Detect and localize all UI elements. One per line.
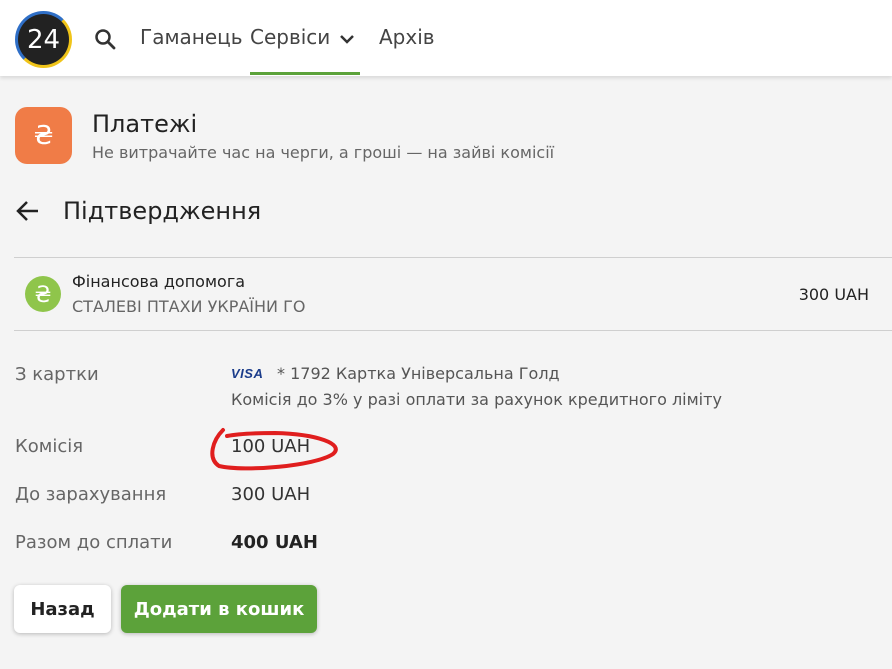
nav-item-services[interactable]: Сервіси [250,25,360,76]
back-button[interactable]: Назад [14,585,111,633]
page-title: Підтвердження [63,197,262,225]
card-commission-note: Комісія до 3% у разі оплати за рахунок к… [231,390,722,409]
nav-item-wallet[interactable]: Гаманець [140,25,243,49]
recipient-organization: СТАЛЕВІ ПТАХИ УКРАЇНИ ГО [72,297,306,316]
recipient-name: Фінансова допомога [72,272,246,291]
chevron-down-icon [338,29,356,53]
divider [14,330,892,331]
recipient-icon: ₴ [25,276,61,312]
recipient-amount: 300 UAH [798,285,869,304]
total-label: Разом до сплати [15,532,173,553]
search-icon[interactable] [92,26,118,52]
service-title: Платежі [92,110,198,138]
commission-value: 100 UAH [231,436,311,457]
divider [14,257,892,258]
hryvnia-symbol: ₴ [34,283,51,308]
commission-label: Комісія [15,436,84,457]
payments-icon: ₴ [15,107,72,164]
nav-item-archive[interactable]: Архів [379,25,435,49]
active-tab-indicator [250,72,360,75]
top-navigation: 24 Гаманець Сервіси Архів [0,0,892,76]
privat24-logo[interactable]: 24 [15,11,72,68]
back-arrow-icon[interactable] [14,197,42,225]
add-to-cart-button[interactable]: Додати в кошик [121,585,317,633]
from-card-label: З картки [15,364,99,385]
service-subtitle: Не витрачайте час на черги, а гроші — на… [92,143,555,162]
credited-value: 300 UAH [231,484,311,505]
credited-label: До зарахування [15,484,167,505]
total-value: 400 UAH [231,532,318,553]
visa-logo: VISA [231,366,264,381]
card-info[interactable]: * 1792 Картка Універсальна Голд [277,364,560,383]
nav-item-services-label: Сервіси [250,25,331,49]
hryvnia-symbol: ₴ [33,121,53,151]
